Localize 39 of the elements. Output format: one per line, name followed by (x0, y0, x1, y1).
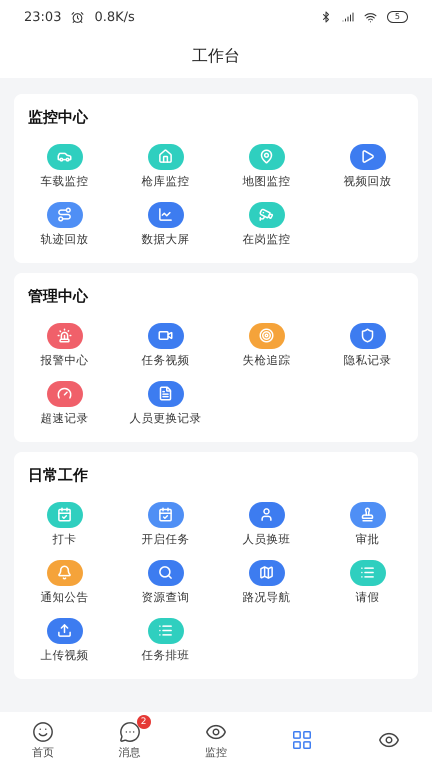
shortcut-item[interactable]: 打卡 (14, 495, 115, 553)
shortcut-item[interactable]: 在岗监控 (216, 195, 317, 253)
grid-icon (291, 729, 314, 751)
shortcut-item[interactable]: 视频回放 (317, 137, 418, 195)
section-title: 日常工作 (27, 466, 89, 486)
shortcut-item[interactable]: 轨迹回放 (14, 195, 115, 253)
section-title: 监控中心 (27, 108, 90, 128)
shortcut-item[interactable]: 人员换班 (216, 495, 317, 553)
battery-level: 5 (386, 11, 408, 23)
nav-tab[interactable]: 2 消息 (86, 712, 173, 768)
shortcut-item[interactable]: 报警中心 (14, 316, 115, 374)
chat-icon (118, 720, 141, 742)
shortcut-item[interactable]: 任务视频 (115, 316, 216, 374)
shortcut-item[interactable]: 任务排班 (115, 611, 216, 669)
shortcut-item[interactable]: 审批 (317, 495, 418, 553)
section-title: 管理中心 (27, 287, 90, 307)
shortcut-item[interactable]: 地图监控 (216, 137, 317, 195)
shortcut-item[interactable]: 请假 (317, 553, 418, 611)
network-speed: 0.8K/s (94, 10, 135, 24)
shortcut-item[interactable]: 人员更换记录 (115, 374, 216, 432)
shortcut-item[interactable]: 超速记录 (14, 374, 115, 432)
shortcut-item[interactable]: 上传视频 (14, 611, 115, 669)
status-time: 23:03 (24, 10, 62, 24)
smile-home-icon (32, 720, 54, 742)
shortcut-item[interactable]: 数据大屏 (115, 195, 216, 253)
shortcut-item[interactable]: 车载监控 (14, 137, 115, 195)
shortcut-item[interactable]: 路况导航 (216, 553, 317, 611)
page-title: 工作台 (192, 46, 240, 66)
shortcut-item[interactable]: 资源查询 (115, 553, 216, 611)
shortcut-item[interactable]: 枪库监控 (115, 137, 216, 195)
shortcut-item[interactable]: 失枪追踪 (216, 316, 317, 374)
alarm-icon (71, 10, 84, 24)
wifi-icon (364, 10, 377, 24)
nav-tab[interactable]: 首页 (0, 712, 86, 768)
nav-tab[interactable]: 监控 (172, 712, 260, 768)
shortcut-item[interactable]: 隐私记录 (317, 316, 418, 374)
shortcut-item[interactable]: 开启任务 (115, 495, 216, 553)
unread-badge: 2 (136, 714, 151, 728)
shortcut-item[interactable]: 通知公告 (14, 553, 115, 611)
